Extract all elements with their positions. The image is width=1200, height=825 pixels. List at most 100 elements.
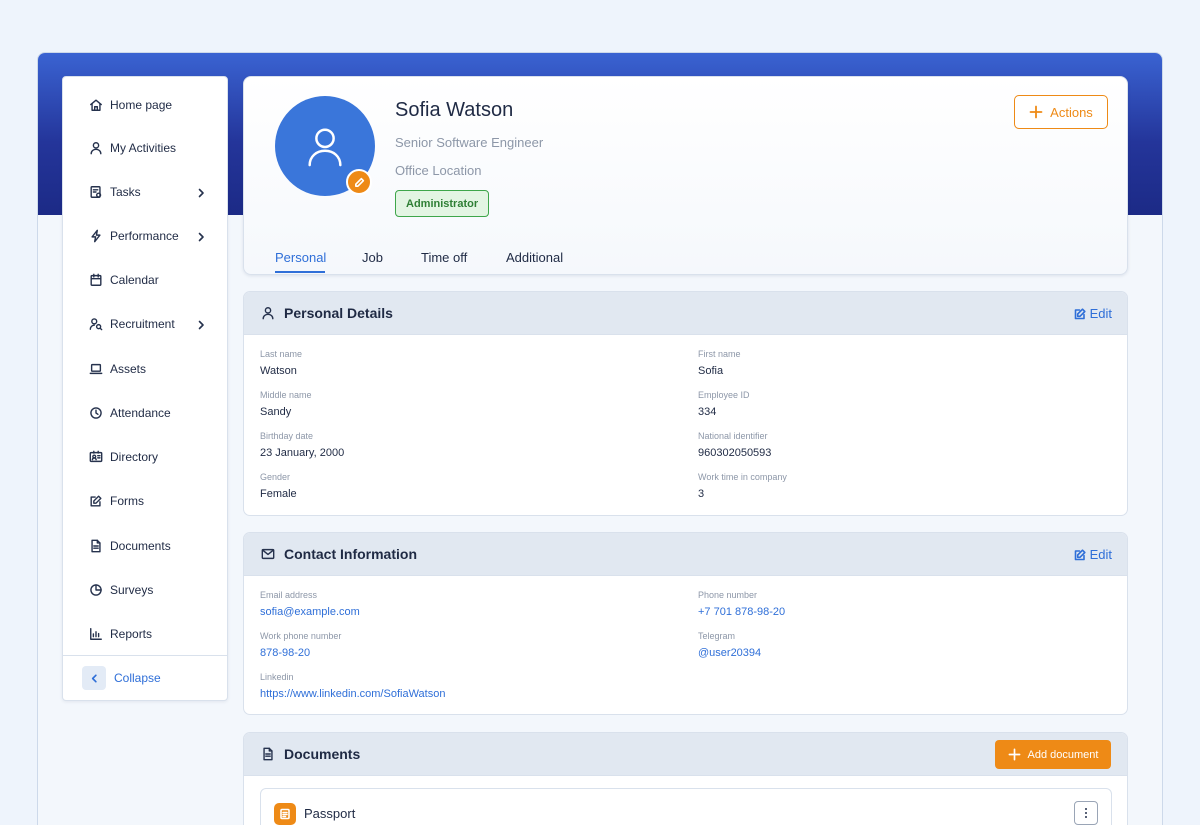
sidebar-item-assets[interactable]: Assets bbox=[63, 356, 227, 382]
field-label: Linkedin bbox=[260, 672, 294, 682]
sidebar-item-calendar[interactable]: Calendar bbox=[63, 267, 227, 293]
bolt-icon bbox=[89, 229, 103, 243]
sidebar-item-label: Recruitment bbox=[110, 317, 175, 331]
sidebar-item-label: Calendar bbox=[110, 273, 159, 287]
field-birthday: Birthday date 23 January, 2000 bbox=[260, 431, 344, 459]
chevron-right-icon bbox=[195, 230, 207, 242]
field-work-phone: Work phone number 878-98-20 bbox=[260, 631, 341, 659]
clock-icon bbox=[89, 406, 103, 420]
chevron-right-icon bbox=[195, 186, 207, 198]
profile-location: Office Location bbox=[395, 163, 482, 178]
field-employee-id: Employee ID 334 bbox=[698, 390, 750, 418]
recruitment-icon bbox=[89, 317, 103, 331]
field-value: 23 January, 2000 bbox=[260, 447, 345, 459]
sidebar-item-directory[interactable]: Directory bbox=[63, 444, 227, 470]
field-last-name: Last name Watson bbox=[260, 349, 302, 377]
field-label: Middle name bbox=[260, 390, 312, 400]
work-phone-link[interactable]: 878-98-20 bbox=[260, 647, 341, 659]
phone-link[interactable]: +7 701 878-98-20 bbox=[698, 606, 785, 618]
field-label: Gender bbox=[260, 472, 291, 482]
field-value: Sofia bbox=[698, 365, 724, 377]
sidebar-item-performance[interactable]: Performance bbox=[63, 223, 227, 249]
sidebar-item-documents[interactable]: Documents bbox=[63, 533, 227, 559]
actions-button[interactable]: Actions bbox=[1014, 95, 1108, 129]
edit-icon bbox=[1074, 548, 1086, 560]
field-value: 3 bbox=[698, 488, 705, 500]
tab-additional[interactable]: Additional bbox=[506, 250, 563, 265]
add-document-button[interactable]: Add document bbox=[995, 740, 1111, 769]
sidebar-item-surveys[interactable]: Surveys bbox=[63, 577, 227, 603]
field-first-name: First name Sofia bbox=[698, 349, 741, 377]
pie-chart-icon bbox=[89, 583, 103, 597]
profile-role: Senior Software Engineer bbox=[395, 135, 544, 150]
field-work-time: Work time in company 3 bbox=[698, 472, 787, 500]
document-item-passport[interactable]: Passport bbox=[260, 788, 1112, 825]
linkedin-link[interactable]: https://www.linkedin.com/SofiaWatson bbox=[260, 688, 445, 700]
bar-chart-icon bbox=[89, 627, 103, 641]
field-label: First name bbox=[698, 349, 741, 359]
document-name: Passport bbox=[304, 806, 356, 821]
sidebar-item-label: Forms bbox=[110, 494, 144, 508]
telegram-link[interactable]: @user20394 bbox=[698, 647, 761, 659]
sidebar-item-reports[interactable]: Reports bbox=[63, 621, 227, 647]
actions-label: Actions bbox=[1050, 104, 1093, 120]
tab-time-off[interactable]: Time off bbox=[421, 250, 467, 265]
sidebar-item-tasks[interactable]: Tasks bbox=[63, 179, 227, 205]
edit-icon bbox=[1074, 307, 1086, 319]
field-label: Last name bbox=[260, 349, 303, 359]
avatar-edit-button[interactable] bbox=[346, 169, 372, 195]
field-phone: Phone number +7 701 878-98-20 bbox=[698, 590, 785, 618]
sidebar-item-label: Attendance bbox=[110, 406, 171, 420]
sidebar-item-recruitment[interactable]: Recruitment bbox=[63, 311, 227, 337]
plus-icon bbox=[1029, 105, 1043, 119]
field-label: National identifier bbox=[698, 431, 768, 441]
collapse-button[interactable]: Collapse bbox=[82, 666, 161, 690]
field-label: Work time in company bbox=[698, 472, 787, 482]
edit-contact-button[interactable]: Edit bbox=[1074, 547, 1112, 562]
sidebar-item-my-activities[interactable]: My Activities bbox=[63, 135, 227, 161]
document-icon bbox=[261, 747, 275, 761]
sidebar-item-label: Documents bbox=[110, 539, 171, 553]
sidebar-item-label: Home page bbox=[110, 98, 173, 112]
tab-job[interactable]: Job bbox=[362, 250, 383, 265]
documents-card: Documents Add document Passport bbox=[243, 732, 1128, 825]
field-label: Employee ID bbox=[698, 390, 750, 400]
edit-personal-button[interactable]: Edit bbox=[1074, 306, 1112, 321]
home-icon bbox=[89, 98, 103, 112]
sidebar-item-label: My Activities bbox=[110, 141, 177, 155]
document-icon bbox=[89, 539, 103, 553]
field-value: Female bbox=[260, 488, 297, 500]
sidebar-item-home[interactable]: Home page bbox=[63, 92, 227, 118]
profile-card: Sofia Watson Senior Software Engineer Of… bbox=[243, 76, 1128, 275]
card-title: Contact Information bbox=[284, 546, 417, 562]
id-card-icon bbox=[89, 450, 103, 464]
field-value: Sandy bbox=[260, 406, 292, 418]
field-telegram: Telegram @user20394 bbox=[698, 631, 761, 659]
mail-icon bbox=[261, 547, 275, 561]
field-label: Work phone number bbox=[260, 631, 342, 641]
sidebar-item-forms[interactable]: Forms bbox=[63, 488, 227, 514]
form-edit-icon bbox=[89, 494, 103, 508]
sidebar-item-attendance[interactable]: Attendance bbox=[63, 400, 227, 426]
sidebar-item-label: Reports bbox=[110, 627, 153, 641]
sidebar-item-label: Assets bbox=[110, 362, 147, 376]
edit-label: Edit bbox=[1089, 547, 1112, 562]
card-title: Documents bbox=[284, 746, 361, 762]
tasks-icon bbox=[89, 185, 103, 199]
profile-name: Sofia Watson bbox=[395, 99, 514, 121]
field-label: Phone number bbox=[698, 590, 758, 600]
edit-label: Edit bbox=[1089, 306, 1112, 321]
pencil-icon bbox=[354, 177, 364, 187]
card-header: Contact Information Edit bbox=[244, 533, 1127, 576]
user-avatar-icon bbox=[308, 128, 342, 167]
field-label: Telegram bbox=[698, 631, 736, 641]
sidebar-item-label: Tasks bbox=[110, 185, 141, 199]
email-link[interactable]: sofia@example.com bbox=[260, 606, 360, 618]
field-value: Watson bbox=[260, 365, 297, 377]
kebab-menu-icon[interactable] bbox=[1074, 801, 1098, 825]
tab-personal[interactable]: Personal bbox=[275, 250, 326, 265]
field-email: Email address sofia@example.com bbox=[260, 590, 360, 618]
calendar-icon bbox=[89, 273, 103, 287]
chevron-right-icon bbox=[195, 318, 207, 330]
sidebar: Home page My Activities Tasks Performanc… bbox=[62, 76, 228, 701]
